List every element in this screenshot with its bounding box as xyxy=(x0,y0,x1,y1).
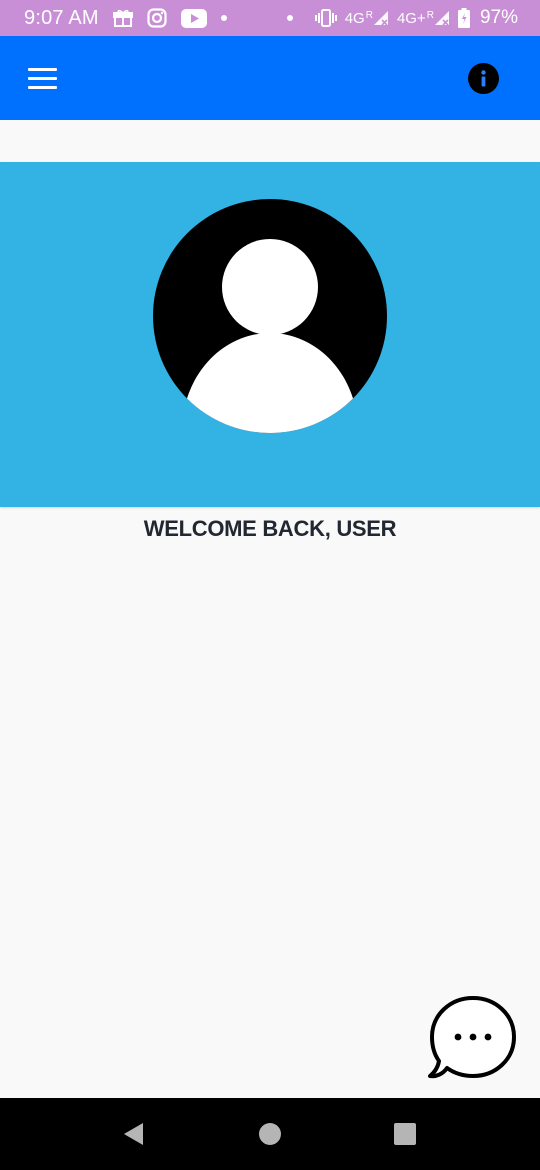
menu-line xyxy=(27,85,57,89)
menu-line xyxy=(27,67,57,71)
youtube-icon xyxy=(180,8,207,28)
status-bar-left: 9:07 AM xyxy=(24,7,227,30)
back-triangle-icon[interactable] xyxy=(121,1121,147,1147)
network-1-roaming: R xyxy=(365,9,373,21)
notification-dot-icon xyxy=(286,15,293,21)
home-circle-icon[interactable] xyxy=(257,1121,283,1147)
battery-percent: 97% xyxy=(479,7,518,28)
menu-line xyxy=(27,76,57,80)
status-time: 9:07 AM xyxy=(24,6,99,29)
vibrate-icon xyxy=(314,9,337,27)
welcome-message: WELCOME BACK, USER xyxy=(143,516,397,541)
network-signal-2: 4G+ R xyxy=(397,10,450,27)
signal-strength-icon xyxy=(434,10,449,26)
network-signal-1: 4G R xyxy=(345,10,389,27)
status-bar: 9:07 AM 4G R 4G+ R 97% xyxy=(0,0,540,36)
recents-square-icon[interactable] xyxy=(392,1121,418,1147)
hamburger-menu-icon[interactable] xyxy=(20,56,64,100)
network-2-roaming: R xyxy=(426,9,434,21)
instagram-icon xyxy=(147,8,167,28)
network-2-label: 4G+ xyxy=(396,9,426,27)
user-avatar-icon[interactable] xyxy=(153,199,387,433)
app-bar xyxy=(0,36,540,120)
signal-strength-icon xyxy=(373,10,388,26)
status-bar-right: 4G R 4G+ R 97% xyxy=(286,7,518,29)
battery-icon xyxy=(457,8,470,28)
gift-icon xyxy=(112,9,133,27)
profile-banner xyxy=(0,162,540,507)
chat-bubble-icon[interactable] xyxy=(428,994,518,1084)
info-icon[interactable] xyxy=(468,63,499,94)
network-1-label: 4G xyxy=(344,9,365,27)
system-navigation-bar xyxy=(0,1098,540,1170)
notification-dot-icon xyxy=(220,15,227,21)
